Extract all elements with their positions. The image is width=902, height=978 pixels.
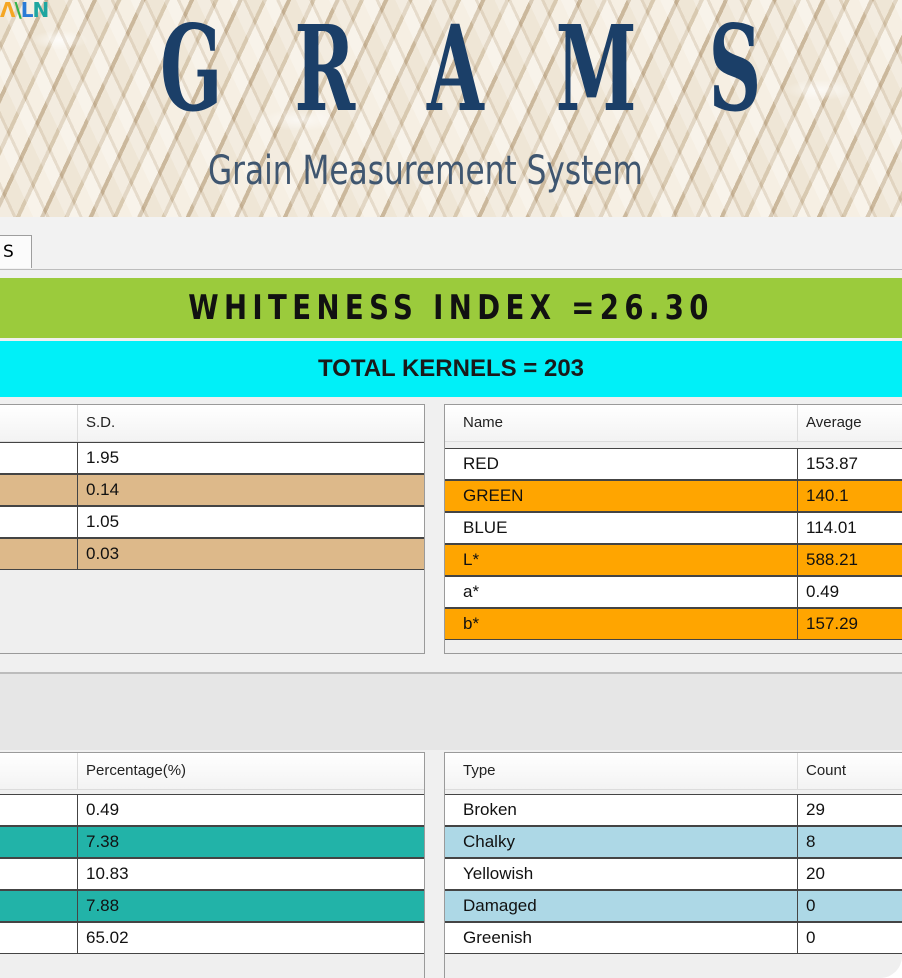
count-cell: 29 xyxy=(797,795,902,825)
table-row[interactable]: 7.88 xyxy=(0,890,424,922)
row-label-cell xyxy=(0,795,77,825)
name-cell: BLUE xyxy=(463,518,508,537)
type-cell: Broken xyxy=(463,800,517,819)
app-subtitle: Grain Measurement System xyxy=(208,148,643,194)
sd-cell: 0.14 xyxy=(77,475,426,505)
average-cell: 0.49 xyxy=(797,577,902,607)
column-header-count[interactable]: Count xyxy=(797,753,902,789)
percentage-cell: 65.02 xyxy=(77,923,426,953)
row-label-cell xyxy=(0,507,77,537)
table-row[interactable]: Chalky 8 xyxy=(445,826,902,858)
type-cell: Damaged xyxy=(463,896,537,915)
percentage-cell: 10.83 xyxy=(77,859,426,889)
column-header-percentage[interactable]: Percentage(%) xyxy=(77,753,426,789)
whiteness-index-text: WHITENESS INDEX =26.30 xyxy=(188,288,714,328)
grid-header: Type Count xyxy=(445,753,902,790)
column-header-sd[interactable]: S.D. xyxy=(77,405,426,441)
average-cell: 114.01 xyxy=(797,513,902,543)
table-row[interactable]: BLUE 114.01 xyxy=(445,512,902,544)
sd-cell: 1.05 xyxy=(77,507,426,537)
table-row[interactable]: Greenish 0 xyxy=(445,922,902,954)
table-row[interactable]: 0.49 xyxy=(0,794,424,826)
row-label-cell xyxy=(0,443,77,473)
table-row[interactable]: Damaged 0 xyxy=(445,890,902,922)
tab-results[interactable]: S xyxy=(0,235,32,268)
average-cell: 588.21 xyxy=(797,545,902,575)
table-row[interactable]: GREEN 140.1 xyxy=(445,480,902,512)
type-cell: Chalky xyxy=(463,832,515,851)
table-row[interactable]: 10.83 xyxy=(0,858,424,890)
name-cell: GREEN xyxy=(463,486,524,505)
type-cell: Yellowish xyxy=(463,864,534,883)
percentage-cell: 7.88 xyxy=(77,891,426,921)
count-cell: 0 xyxy=(797,891,902,921)
name-cell: RED xyxy=(463,454,499,473)
whiteness-index-banner: WHITENESS INDEX =26.30 xyxy=(0,278,902,338)
column-header-type[interactable]: Type xyxy=(455,753,797,789)
grid-header: S.D. xyxy=(0,405,424,442)
tab-strip: S xyxy=(0,217,902,270)
app-title: G R A M S xyxy=(160,0,762,138)
row-label-cell xyxy=(0,539,77,569)
row-label-cell xyxy=(0,923,77,953)
defect-type-grid[interactable]: Type Count Broken 29 Chalky 8 Yellowish 20 Dam… xyxy=(444,752,902,978)
row-label-cell xyxy=(0,475,77,505)
grid-header: Name Average xyxy=(445,405,902,442)
table-row[interactable]: 65.02 xyxy=(0,922,424,954)
total-kernels-text: TOTAL KERNELS = 203 xyxy=(317,355,585,382)
row-label-cell xyxy=(0,859,77,889)
table-row[interactable]: L* 588.21 xyxy=(445,544,902,576)
table-row[interactable]: RED 153.87 xyxy=(445,448,902,480)
app-window: Λ\LN G R A M S Grain Measurement System … xyxy=(0,0,902,978)
table-row[interactable]: 1.95 xyxy=(0,442,424,474)
table-row[interactable]: Broken 29 xyxy=(445,794,902,826)
header-banner: Λ\LN G R A M S Grain Measurement System xyxy=(0,0,902,217)
average-cell: 153.87 xyxy=(797,449,902,479)
count-cell: 20 xyxy=(797,859,902,889)
column-header-name[interactable]: Name xyxy=(455,405,797,441)
total-kernels-banner: TOTAL KERNELS = 203 xyxy=(0,341,902,397)
sd-cell: 0.03 xyxy=(77,539,426,569)
average-cell: 140.1 xyxy=(797,481,902,511)
percentage-cell: 0.49 xyxy=(77,795,426,825)
section-gap xyxy=(0,674,902,750)
row-label-cell xyxy=(0,827,77,857)
table-row[interactable]: 7.38 xyxy=(0,826,424,858)
name-cell: a* xyxy=(463,582,480,601)
grid-header: Percentage(%) xyxy=(0,753,424,790)
count-cell: 0 xyxy=(797,923,902,953)
count-cell: 8 xyxy=(797,827,902,857)
row-label-cell xyxy=(0,891,77,921)
table-row[interactable]: a* 0.49 xyxy=(445,576,902,608)
table-row[interactable]: 0.14 xyxy=(0,474,424,506)
color-stats-grid[interactable]: Name Average RED 153.87 GREEN 140.1 BLUE 114.… xyxy=(444,404,902,654)
name-cell: L* xyxy=(463,550,480,569)
percentage-grid[interactable]: Percentage(%) 0.49 7.38 10.83 7.88 65.02 xyxy=(0,752,425,978)
company-logo: Λ\LN xyxy=(0,0,49,22)
sd-cell: 1.95 xyxy=(77,443,426,473)
name-cell: b* xyxy=(463,614,480,633)
column-header-average[interactable]: Average xyxy=(797,405,902,441)
table-row[interactable]: Yellowish 20 xyxy=(445,858,902,890)
average-cell: 157.29 xyxy=(797,609,902,639)
table-row[interactable]: b* 157.29 xyxy=(445,608,902,640)
size-stats-grid[interactable]: S.D. 1.95 0.14 1.05 0.03 xyxy=(0,404,425,654)
percentage-cell: 7.38 xyxy=(77,827,426,857)
table-row[interactable]: 1.05 xyxy=(0,506,424,538)
table-row[interactable]: 0.03 xyxy=(0,538,424,570)
type-cell: Greenish xyxy=(463,928,532,947)
